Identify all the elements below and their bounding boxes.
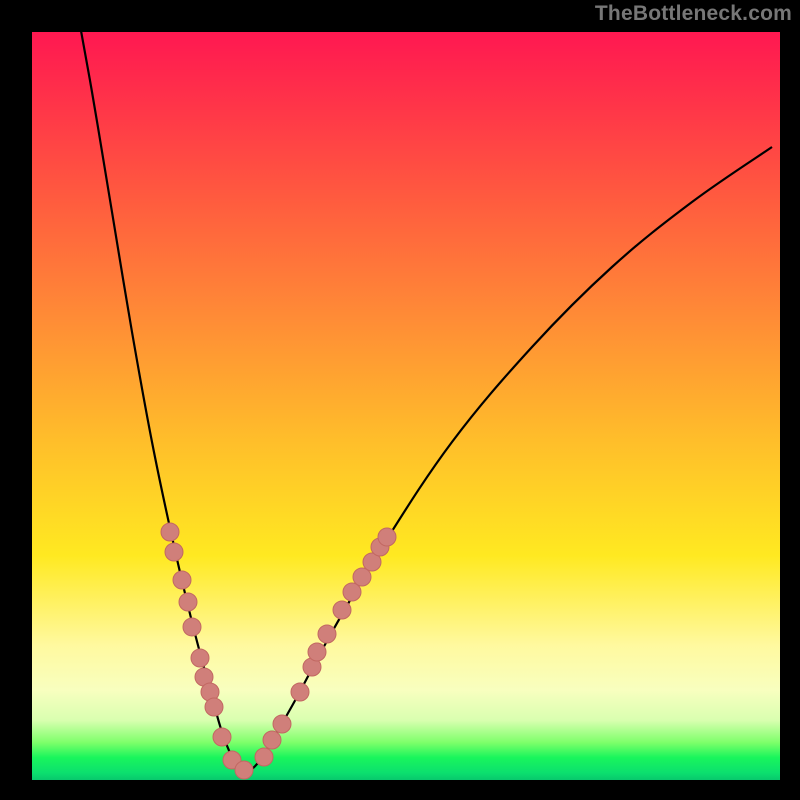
data-dot (235, 761, 253, 779)
data-dot (161, 523, 179, 541)
data-dot (291, 683, 309, 701)
data-dot (255, 748, 273, 766)
data-dot (308, 643, 326, 661)
data-dot (333, 601, 351, 619)
chart-container: TheBottleneck.com (0, 0, 800, 800)
plot-area (32, 32, 780, 780)
data-dot (173, 571, 191, 589)
attribution-text: TheBottleneck.com (595, 2, 792, 26)
dots-layer (32, 32, 780, 780)
data-dot (179, 593, 197, 611)
data-dot (213, 728, 231, 746)
data-dot (273, 715, 291, 733)
data-dot (318, 625, 336, 643)
data-dot (205, 698, 223, 716)
dot-group (161, 523, 396, 779)
data-dot (191, 649, 209, 667)
data-dot (165, 543, 183, 561)
data-dot (378, 528, 396, 546)
data-dot (263, 731, 281, 749)
data-dot (183, 618, 201, 636)
